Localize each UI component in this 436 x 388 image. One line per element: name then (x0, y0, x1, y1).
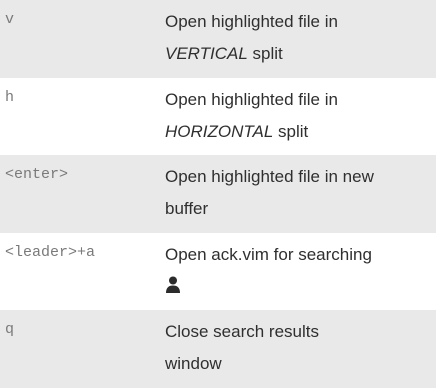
description-line: VERTICAL split (165, 38, 436, 70)
table-row: h Open highlighted file in HORIZONTAL sp… (0, 77, 436, 156)
key-cell: <enter> (5, 166, 69, 184)
table-row: v Open highlighted file in VERTICAL spli… (0, 0, 436, 78)
emphasis-text: HORIZONTAL (165, 121, 274, 141)
description-cell: Open ack.vim for searching (165, 233, 436, 311)
key-cell: h (5, 88, 15, 106)
description-line: window (165, 354, 222, 374)
description-cell: Open highlighted file in VERTICAL split (165, 0, 436, 78)
description-cell: Close search results window (165, 310, 436, 388)
person-icon (166, 276, 180, 293)
description-text: split (247, 44, 283, 63)
key-cell: <leader>+a (5, 243, 96, 261)
description-line: Open highlighted file in new (165, 167, 374, 187)
description-line: Open highlighted file in (165, 12, 338, 31)
description-line: Open ack.vim for searching (165, 244, 372, 264)
description-text: split (273, 121, 309, 141)
description-line: buffer (165, 199, 209, 219)
description-line (165, 271, 436, 303)
table-row: <leader>+a Open ack.vim for searching (0, 232, 436, 311)
description-line: Open highlighted file in (165, 89, 338, 109)
description-line: Close search results (165, 322, 320, 342)
key-cell: v (5, 11, 15, 28)
table-row: q Close search results window (0, 310, 436, 388)
emphasis-text: VERTICAL (165, 44, 248, 63)
description-line: HORIZONTAL split (165, 116, 436, 148)
key-cell: q (5, 321, 15, 339)
table-row: <enter> Open highlighted file in new buf… (0, 155, 436, 233)
description-cell: Open highlighted file in new buffer (165, 155, 436, 233)
description-cell: Open highlighted file in HORIZONTAL spli… (165, 78, 436, 156)
keybinding-table: v Open highlighted file in VERTICAL spli… (0, 0, 436, 388)
